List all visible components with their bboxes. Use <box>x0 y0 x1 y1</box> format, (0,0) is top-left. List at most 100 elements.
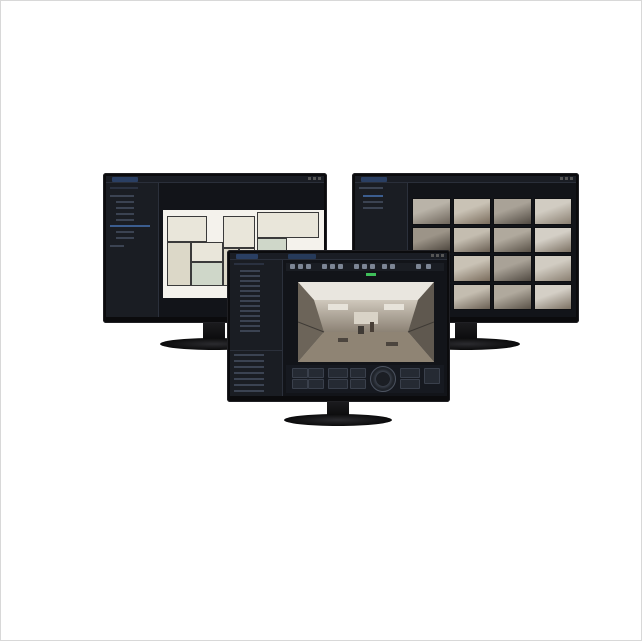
record-icon[interactable] <box>306 264 311 269</box>
close-icon[interactable] <box>318 177 321 180</box>
close-icon[interactable] <box>570 177 573 180</box>
play-icon[interactable] <box>290 264 295 269</box>
tree-item[interactable] <box>240 270 260 272</box>
zoom-button[interactable] <box>328 368 348 378</box>
tree-item[interactable] <box>363 201 383 203</box>
tree-search-input[interactable] <box>234 263 264 265</box>
floor-plan-room <box>257 212 319 238</box>
minimize-icon[interactable] <box>308 177 311 180</box>
status-indicator <box>366 273 376 276</box>
tree-item[interactable] <box>116 237 134 239</box>
tree-search-input[interactable] <box>110 187 138 189</box>
tree-item[interactable] <box>240 310 260 312</box>
tree-item[interactable] <box>110 245 124 247</box>
live-camera-view[interactable] <box>298 282 434 362</box>
panel-section-header[interactable] <box>234 390 264 392</box>
floor-plan-room <box>191 242 223 262</box>
tree-item[interactable] <box>240 305 260 307</box>
camera-tile[interactable] <box>412 198 451 225</box>
tree-item[interactable] <box>363 207 383 209</box>
minimize-icon[interactable] <box>431 254 434 257</box>
maximize-icon[interactable] <box>565 177 568 180</box>
preset-button[interactable] <box>308 368 324 378</box>
camera-tile[interactable] <box>493 283 532 310</box>
home-button[interactable] <box>400 379 420 389</box>
edit-icon[interactable] <box>424 368 440 384</box>
camera-tile[interactable] <box>493 226 532 253</box>
camera-tile[interactable] <box>452 283 491 310</box>
camera-tile[interactable] <box>533 198 572 225</box>
maximize-icon[interactable] <box>436 254 439 257</box>
tree-item[interactable] <box>240 275 260 277</box>
camera-tile[interactable] <box>533 226 572 253</box>
front-monitor-base <box>284 414 392 426</box>
ptz-control-dial-icon[interactable] <box>370 366 396 392</box>
settings-icon[interactable] <box>390 264 395 269</box>
right-window-titlebar <box>355 176 576 183</box>
preset-button[interactable] <box>292 368 308 378</box>
layout-icon[interactable] <box>322 264 327 269</box>
tree-item-selected[interactable] <box>110 225 150 227</box>
tree-item[interactable] <box>240 325 260 327</box>
tree-item[interactable] <box>116 231 134 233</box>
left-window-tab[interactable] <box>112 177 138 182</box>
front-device-tree <box>230 260 283 396</box>
panel-section-header[interactable] <box>234 366 264 368</box>
fullscreen-icon[interactable] <box>338 264 343 269</box>
snapshot-icon[interactable] <box>370 264 375 269</box>
ptz-control-panel <box>286 365 444 393</box>
front-window-tab[interactable] <box>236 254 258 259</box>
camera-tile[interactable] <box>452 255 491 282</box>
tree-item[interactable] <box>240 300 260 302</box>
tree-item[interactable] <box>240 320 260 322</box>
panel-section-header[interactable] <box>234 360 264 362</box>
floor-plan-room <box>223 216 255 248</box>
right-window-tab[interactable] <box>361 177 387 182</box>
iris-button[interactable] <box>350 379 366 389</box>
tree-item[interactable] <box>240 315 260 317</box>
tree-item[interactable] <box>240 285 260 287</box>
preset-button[interactable] <box>292 379 308 389</box>
live-view-toolbar <box>286 263 444 271</box>
camera-tile[interactable] <box>493 255 532 282</box>
maximize-icon[interactable] <box>313 177 316 180</box>
tree-item[interactable] <box>110 195 134 197</box>
iris-button[interactable] <box>350 368 366 378</box>
tree-item[interactable] <box>359 187 383 189</box>
panel-section-header[interactable] <box>234 372 264 374</box>
tree-item[interactable] <box>240 295 260 297</box>
panel-section-header[interactable] <box>234 354 264 356</box>
tree-item[interactable] <box>240 290 260 292</box>
focus-button[interactable] <box>328 379 348 389</box>
zoom-in-icon[interactable] <box>354 264 359 269</box>
tree-item[interactable] <box>116 207 134 209</box>
tree-item-selected[interactable] <box>363 195 383 197</box>
panel-section-header[interactable] <box>234 378 264 380</box>
speed-button[interactable] <box>400 368 420 378</box>
zoom-out-icon[interactable] <box>362 264 367 269</box>
tree-item[interactable] <box>116 213 134 215</box>
camera-tile[interactable] <box>493 198 532 225</box>
tree-item[interactable] <box>116 219 134 221</box>
camera-tile[interactable] <box>533 255 572 282</box>
search-icon[interactable] <box>382 264 387 269</box>
minimize-icon[interactable] <box>560 177 563 180</box>
audio-icon[interactable] <box>416 264 421 269</box>
tree-item[interactable] <box>240 330 260 332</box>
front-view-tab[interactable] <box>288 254 316 259</box>
tree-item[interactable] <box>116 201 134 203</box>
front-monitor-bezel <box>227 250 450 402</box>
floor-plan-room <box>167 242 191 286</box>
camera-tile[interactable] <box>533 283 572 310</box>
preset-button[interactable] <box>308 379 324 389</box>
left-window-titlebar <box>106 176 324 183</box>
panel-section-header[interactable] <box>234 384 264 386</box>
grid-icon[interactable] <box>330 264 335 269</box>
tree-item[interactable] <box>240 280 260 282</box>
front-monitor-screen <box>230 253 447 396</box>
close-icon[interactable] <box>441 254 444 257</box>
pause-icon[interactable] <box>298 264 303 269</box>
alarm-icon[interactable] <box>426 264 431 269</box>
camera-tile[interactable] <box>452 226 491 253</box>
camera-tile[interactable] <box>452 198 491 225</box>
